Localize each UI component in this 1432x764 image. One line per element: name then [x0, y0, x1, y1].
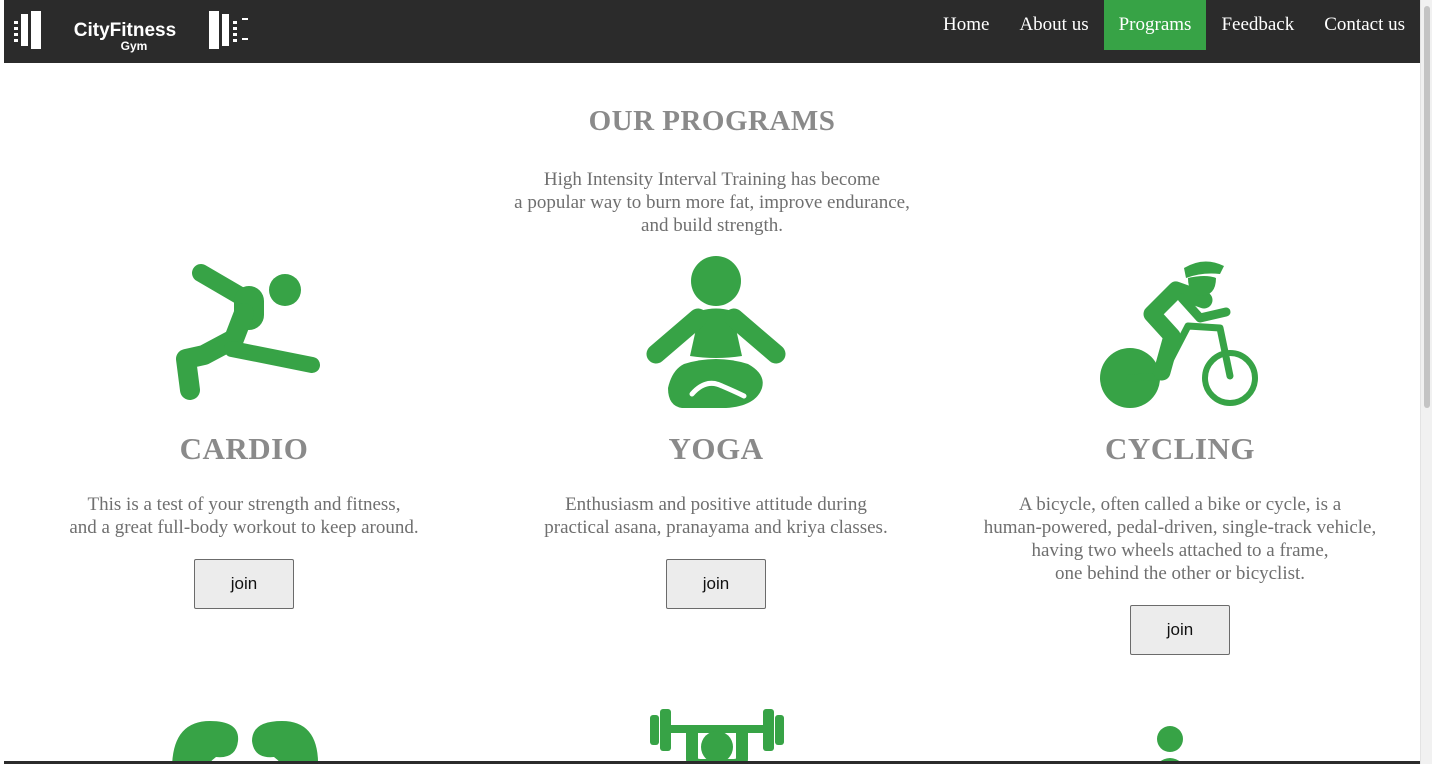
- weightlifting-icon: [650, 709, 784, 764]
- join-cycling-button[interactable]: join: [1130, 605, 1230, 655]
- navbar: CityFitness Gym Home About us Programs F…: [4, 0, 1420, 63]
- join-yoga-button[interactable]: join: [666, 559, 766, 609]
- join-cardio-button[interactable]: join: [194, 559, 294, 609]
- program-title: CARDIO: [179, 431, 309, 466]
- scrollbar-thumb[interactable]: [1424, 6, 1430, 408]
- nav-home[interactable]: Home: [928, 0, 1004, 50]
- brand-sub: Gym: [121, 39, 148, 53]
- nav-menu: Home About us Programs Feedback Contact …: [928, 0, 1420, 50]
- program-title: CYCLING: [1105, 431, 1255, 466]
- program-title: YOGA: [668, 431, 764, 466]
- brand-logo[interactable]: CityFitness Gym: [14, 8, 250, 54]
- intro-line: High Intensity Interval Training has bec…: [543, 169, 881, 190]
- nav-programs[interactable]: Programs: [1103, 0, 1207, 50]
- section-intro: High Intensity Interval Training has bec…: [4, 168, 1420, 237]
- yoga-meditation-icon: [646, 256, 786, 408]
- nav-contact-us[interactable]: Contact us: [1309, 0, 1420, 50]
- page: CityFitness Gym Home About us Programs F…: [0, 0, 1432, 764]
- program-description: Enthusiasm and positive attitude during …: [544, 494, 888, 538]
- program-description: A bicycle, often called a bike or cycle,…: [983, 494, 1377, 584]
- section-title: OUR PROGRAMS: [588, 105, 836, 137]
- dumbbell-logo-icon: CityFitness Gym: [14, 11, 248, 53]
- brand-name: CityFitness: [74, 20, 176, 41]
- programs-section: OUR PROGRAMS High Intensity Interval Tra…: [4, 63, 1420, 764]
- nav-about-us[interactable]: About us: [1004, 0, 1103, 50]
- scrollbar[interactable]: [1420, 0, 1432, 764]
- program-description: This is a test of your strength and fitn…: [69, 494, 419, 538]
- cardio-lunge-icon: [176, 264, 320, 400]
- kidney-lungs-icon: [172, 721, 318, 764]
- intro-line: a popular way to burn more fat, improve …: [514, 192, 910, 213]
- intro-line: and build strength.: [641, 215, 783, 236]
- nav-feedback[interactable]: Feedback: [1206, 0, 1309, 50]
- cycling-icon: [1100, 261, 1258, 408]
- person-icon: [1157, 726, 1183, 763]
